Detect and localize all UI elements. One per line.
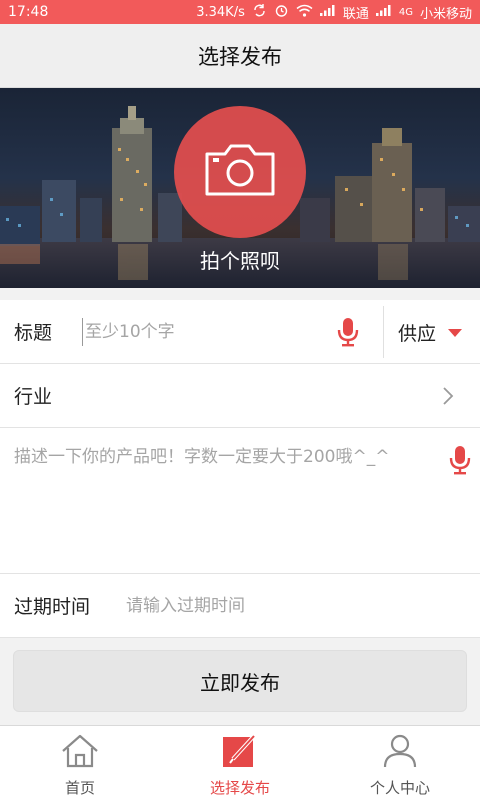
industry-row[interactable]: 行业 bbox=[0, 364, 480, 428]
header-bar: 选择发布 bbox=[0, 24, 480, 88]
type-dropdown[interactable]: 供应 bbox=[398, 300, 463, 364]
microphone-icon[interactable] bbox=[336, 317, 360, 347]
take-photo-button[interactable] bbox=[174, 106, 306, 238]
tab-home-label: 首页 bbox=[64, 779, 95, 797]
carrier-2: 小米移动 bbox=[419, 6, 472, 22]
carrier-1: 联通 bbox=[342, 6, 369, 22]
description-input[interactable] bbox=[14, 442, 436, 562]
tab-publish[interactable]: 选择发布 bbox=[160, 726, 320, 800]
home-icon bbox=[60, 733, 100, 773]
chevron-right-icon bbox=[442, 386, 454, 410]
divider bbox=[383, 306, 384, 358]
publish-button[interactable]: 立即发布 bbox=[13, 650, 467, 712]
network-type: 4G bbox=[398, 6, 413, 18]
camera-icon bbox=[203, 142, 277, 202]
alarm-icon bbox=[274, 3, 289, 22]
status-bar: 17:48 3.34K/s 联通 4G 小米移动 bbox=[0, 0, 480, 24]
sync-icon bbox=[252, 3, 267, 22]
page-title: 选择发布 bbox=[198, 44, 282, 69]
type-dropdown-value: 供应 bbox=[398, 322, 437, 345]
wifi-icon bbox=[296, 4, 313, 21]
tab-home[interactable]: 首页 bbox=[0, 726, 160, 800]
cover-photo-area[interactable]: 拍个照呗 bbox=[0, 88, 480, 288]
tab-profile-label: 个人中心 bbox=[369, 779, 430, 797]
signal-icon bbox=[375, 4, 392, 20]
edit-icon bbox=[220, 733, 260, 773]
user-icon bbox=[380, 733, 420, 773]
title-input[interactable] bbox=[82, 318, 322, 346]
microphone-icon[interactable] bbox=[448, 445, 472, 475]
bottom-tab-bar: 首页 选择发布 个人中心 bbox=[0, 725, 480, 800]
network-speed: 3.34K/s bbox=[196, 4, 245, 20]
signal-icon bbox=[319, 4, 336, 20]
take-photo-caption: 拍个照呗 bbox=[200, 249, 280, 273]
industry-label: 行业 bbox=[14, 386, 53, 408]
title-row: 标题 供应 bbox=[0, 300, 480, 364]
status-time: 17:48 bbox=[8, 4, 49, 20]
caret-down-icon bbox=[448, 321, 463, 343]
description-row bbox=[0, 428, 480, 574]
expire-input[interactable] bbox=[126, 592, 456, 620]
publish-form: 标题 供应 行业 bbox=[0, 300, 480, 638]
title-label: 标题 bbox=[14, 322, 53, 344]
expire-label: 过期时间 bbox=[14, 596, 91, 618]
tab-profile[interactable]: 个人中心 bbox=[320, 726, 480, 800]
tab-publish-label: 选择发布 bbox=[209, 779, 270, 797]
expire-row: 过期时间 bbox=[0, 574, 480, 638]
